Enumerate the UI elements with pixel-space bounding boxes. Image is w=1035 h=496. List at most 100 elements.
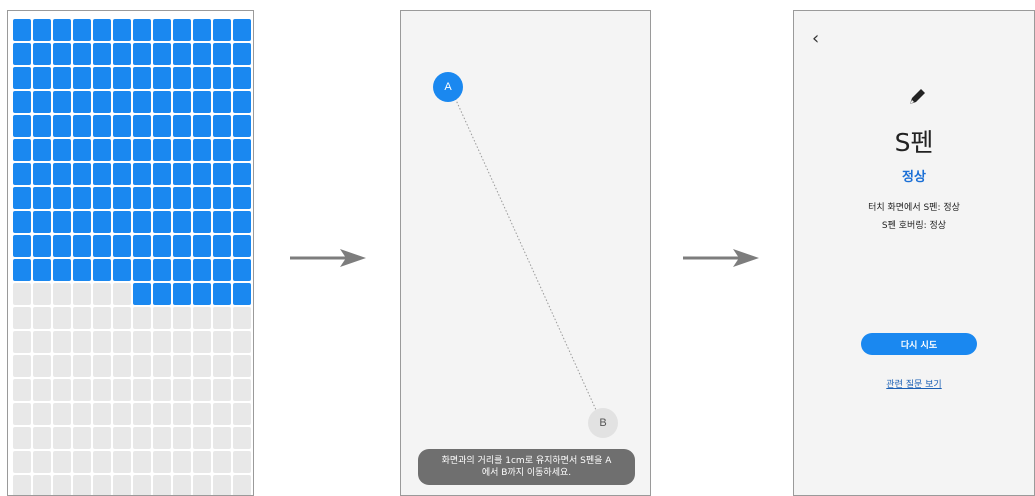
grid-cell[interactable] [193,451,211,473]
grid-cell[interactable] [173,475,191,495]
grid-cell[interactable] [193,403,211,425]
end-point-b[interactable]: B [588,408,618,438]
grid-cell-touched[interactable] [93,211,111,233]
grid-cell[interactable] [53,475,71,495]
grid-cell[interactable] [33,379,51,401]
grid-cell-touched[interactable] [93,43,111,65]
grid-cell-touched[interactable] [113,67,131,89]
grid-cell[interactable] [133,451,151,473]
grid-cell-touched[interactable] [153,259,171,281]
grid-cell[interactable] [13,331,31,353]
grid-cell[interactable] [33,451,51,473]
grid-cell[interactable] [13,307,31,329]
retry-button[interactable]: 다시 시도 [861,333,977,355]
grid-cell[interactable] [93,379,111,401]
grid-cell-touched[interactable] [213,67,231,89]
grid-cell[interactable] [33,307,51,329]
grid-cell-touched[interactable] [153,91,171,113]
grid-cell-touched[interactable] [53,211,71,233]
grid-cell[interactable] [233,331,251,353]
grid-cell-touched[interactable] [213,163,231,185]
grid-cell-touched[interactable] [73,139,91,161]
grid-cell-touched[interactable] [193,19,211,41]
grid-cell[interactable] [153,355,171,377]
grid-cell-touched[interactable] [53,259,71,281]
grid-cell-touched[interactable] [73,211,91,233]
grid-cell[interactable] [233,379,251,401]
grid-cell-touched[interactable] [113,163,131,185]
grid-cell-touched[interactable] [213,19,231,41]
grid-cell[interactable] [73,283,91,305]
grid-cell[interactable] [113,475,131,495]
grid-cell[interactable] [193,307,211,329]
grid-cell-touched[interactable] [13,43,31,65]
grid-cell-touched[interactable] [133,235,151,257]
grid-cell[interactable] [113,283,131,305]
grid-cell-touched[interactable] [53,19,71,41]
grid-cell[interactable] [93,331,111,353]
grid-cell[interactable] [153,475,171,495]
grid-cell-touched[interactable] [73,235,91,257]
grid-cell-touched[interactable] [53,235,71,257]
grid-cell[interactable] [213,355,231,377]
grid-cell-touched[interactable] [73,19,91,41]
grid-cell[interactable] [133,475,151,495]
grid-cell[interactable] [13,451,31,473]
grid-cell[interactable] [133,379,151,401]
grid-cell[interactable] [173,427,191,449]
grid-cell-touched[interactable] [113,259,131,281]
grid-cell[interactable] [133,331,151,353]
start-point-a[interactable]: A [433,72,463,102]
grid-cell-touched[interactable] [193,67,211,89]
grid-cell-touched[interactable] [133,67,151,89]
grid-cell-touched[interactable] [173,259,191,281]
grid-cell-touched[interactable] [153,67,171,89]
grid-cell[interactable] [113,307,131,329]
grid-cell-touched[interactable] [133,91,151,113]
grid-cell[interactable] [113,451,131,473]
grid-cell[interactable] [133,427,151,449]
grid-cell-touched[interactable] [133,163,151,185]
grid-cell[interactable] [193,355,211,377]
grid-cell[interactable] [73,379,91,401]
grid-cell-touched[interactable] [213,211,231,233]
grid-cell-touched[interactable] [73,91,91,113]
grid-cell-touched[interactable] [213,283,231,305]
grid-cell-touched[interactable] [53,115,71,137]
grid-cell-touched[interactable] [133,211,151,233]
grid-cell[interactable] [13,475,31,495]
grid-cell-touched[interactable] [173,139,191,161]
grid-cell-touched[interactable] [133,283,151,305]
grid-cell-touched[interactable] [213,235,231,257]
grid-cell[interactable] [33,355,51,377]
grid-cell-touched[interactable] [213,43,231,65]
grid-cell-touched[interactable] [53,139,71,161]
grid-cell[interactable] [153,451,171,473]
grid-cell[interactable] [73,427,91,449]
grid-cell[interactable] [13,355,31,377]
grid-cell[interactable] [33,403,51,425]
grid-cell[interactable] [113,355,131,377]
grid-cell-touched[interactable] [193,259,211,281]
grid-cell[interactable] [213,475,231,495]
grid-cell-touched[interactable] [93,115,111,137]
grid-cell-touched[interactable] [173,67,191,89]
grid-cell-touched[interactable] [93,91,111,113]
grid-cell-touched[interactable] [133,259,151,281]
grid-cell-touched[interactable] [193,163,211,185]
grid-cell-touched[interactable] [173,283,191,305]
grid-cell[interactable] [113,427,131,449]
grid-cell-touched[interactable] [213,259,231,281]
grid-cell[interactable] [233,403,251,425]
grid-cell-touched[interactable] [13,115,31,137]
grid-cell-touched[interactable] [33,43,51,65]
grid-cell-touched[interactable] [33,91,51,113]
grid-cell-touched[interactable] [13,67,31,89]
grid-cell-touched[interactable] [233,91,251,113]
grid-cell-touched[interactable] [213,91,231,113]
grid-cell[interactable] [213,307,231,329]
grid-cell[interactable] [193,331,211,353]
grid-cell-touched[interactable] [173,91,191,113]
grid-cell[interactable] [153,331,171,353]
grid-cell[interactable] [213,451,231,473]
